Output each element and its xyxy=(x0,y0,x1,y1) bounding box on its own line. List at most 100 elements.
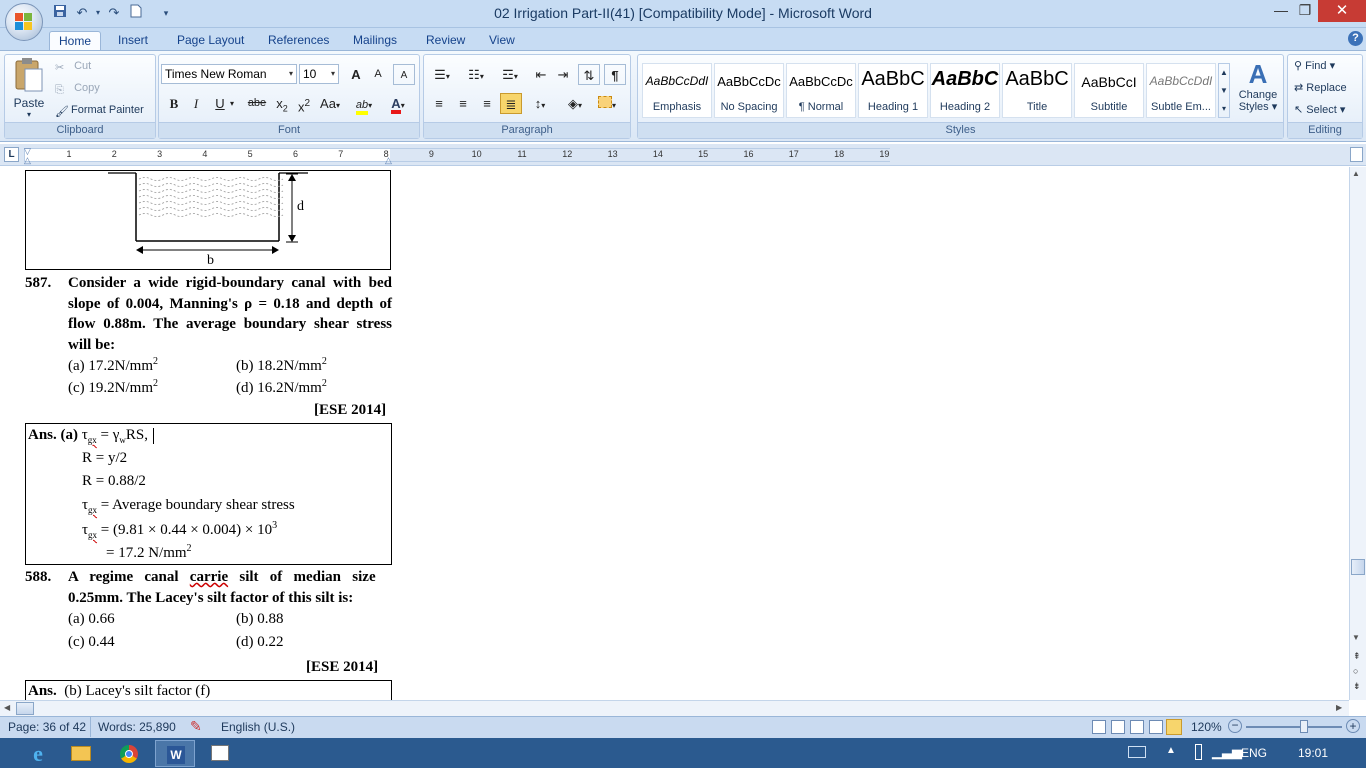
paint-icon[interactable] xyxy=(200,740,240,767)
replace-button[interactable]: ⇄ Replace xyxy=(1294,78,1347,98)
sort-button[interactable]: ⇅ xyxy=(578,64,600,85)
show-hidden-icons-icon[interactable]: ▲ xyxy=(1166,745,1176,756)
numbering-button[interactable]: ☷▾ xyxy=(462,64,490,85)
save-icon[interactable] xyxy=(52,4,68,22)
font-size-box[interactable]: 10 ▾ xyxy=(299,64,339,84)
close-button[interactable]: ✕ xyxy=(1318,0,1366,22)
style-subtle-emphasis[interactable]: AaBbCcDdI Subtle Em... xyxy=(1146,63,1216,118)
scroll-down-icon[interactable]: ▼ xyxy=(1352,633,1360,642)
chrome-icon[interactable] xyxy=(109,740,149,767)
scroll-right-icon[interactable]: ▶ xyxy=(1336,703,1342,712)
tab-mailings[interactable]: Mailings xyxy=(344,31,406,50)
highlight-button[interactable]: ab▾ xyxy=(349,93,379,115)
shading-button[interactable]: ◈▾ xyxy=(560,93,590,114)
decrease-indent-button[interactable]: ⇤ xyxy=(530,64,552,85)
undo-icon[interactable]: ↶ xyxy=(74,4,90,22)
select-button[interactable]: ↖ Select ▾ xyxy=(1294,100,1345,120)
style-emphasis[interactable]: AaBbCcDdI Emphasis xyxy=(642,63,712,118)
scroll-left-icon[interactable]: ◀ xyxy=(4,703,10,712)
italic-button[interactable]: I xyxy=(185,93,207,114)
paste-button[interactable]: Paste ▾ xyxy=(9,57,49,119)
bullets-button[interactable]: ☰▾ xyxy=(428,64,456,85)
proofing-error-icon[interactable]: ✎ xyxy=(190,718,202,735)
change-case-button[interactable]: Aa▾ xyxy=(317,93,343,114)
print-layout-icon[interactable] xyxy=(1092,720,1106,734)
internet-explorer-icon[interactable]: e xyxy=(18,740,58,767)
strikethrough-button[interactable]: abe xyxy=(243,93,271,114)
multilevel-list-button[interactable]: ☲▾ xyxy=(496,64,524,85)
scroll-up-icon[interactable]: ▲ xyxy=(1352,169,1360,178)
style-no-spacing[interactable]: AaBbCcDc No Spacing xyxy=(714,63,784,118)
style-heading-1[interactable]: AaBbC Heading 1 xyxy=(858,63,928,118)
clear-formatting-button[interactable]: A xyxy=(393,64,415,85)
superscript-button[interactable]: x2 xyxy=(293,93,315,114)
select-browse-object-icon[interactable]: ○ xyxy=(1353,666,1358,676)
page-count[interactable]: Page: 36 of 42 xyxy=(8,720,86,734)
style-title[interactable]: AaBbC Title xyxy=(1002,63,1072,118)
increase-indent-button[interactable]: ⇥ xyxy=(552,64,574,85)
style-normal[interactable]: AaBbCcDc ¶ Normal xyxy=(786,63,856,118)
tab-insert[interactable]: Insert xyxy=(109,31,157,50)
styles-scroll[interactable]: ▲ ▼ ▾ xyxy=(1218,63,1230,118)
customize-toolbar-icon[interactable]: ▾ xyxy=(158,4,174,22)
font-size-dropdown-icon[interactable]: ▾ xyxy=(331,65,335,83)
word-taskbar-icon[interactable]: W xyxy=(155,740,195,767)
zoom-level[interactable]: 120% xyxy=(1191,720,1222,734)
bold-button[interactable]: B xyxy=(163,93,185,114)
office-button[interactable] xyxy=(5,3,43,41)
tab-page-layout[interactable]: Page Layout xyxy=(168,31,253,50)
horizontal-scrollbar[interactable]: ◀ ▶ xyxy=(0,700,1349,716)
outline-view-icon[interactable] xyxy=(1149,720,1163,734)
new-document-icon[interactable] xyxy=(128,4,144,22)
battery-icon[interactable] xyxy=(1195,744,1202,760)
show-formatting-marks-button[interactable]: ¶ xyxy=(604,64,626,85)
align-right-button[interactable]: ≡ xyxy=(476,93,498,114)
tab-home[interactable]: Home xyxy=(49,31,102,50)
format-painter-button[interactable]: 🖌 Format Painter xyxy=(55,100,144,120)
grow-font-button[interactable]: A xyxy=(345,64,367,85)
chevron-up-icon[interactable]: ▲ xyxy=(1219,64,1229,82)
language-indicator[interactable]: English (U.S.) xyxy=(221,720,295,734)
help-icon[interactable]: ? xyxy=(1348,31,1363,46)
view-ruler-icon[interactable] xyxy=(1350,147,1363,162)
horizontal-ruler[interactable]: L 1 2 3 4 5 6 7 8 9 10 11 12 13 14 15 16 17 18 19 ▽ △ △ xyxy=(0,144,1366,166)
borders-button[interactable]: ▾ xyxy=(592,93,622,114)
align-center-button[interactable]: ≡ xyxy=(452,93,474,114)
web-layout-icon[interactable] xyxy=(1130,720,1144,734)
font-color-button[interactable]: A▾ xyxy=(383,93,413,114)
word-count[interactable]: Words: 25,890 xyxy=(98,720,176,734)
scroll-thumb[interactable] xyxy=(1351,559,1365,575)
keyboard-icon[interactable] xyxy=(1128,746,1146,758)
file-explorer-icon[interactable] xyxy=(61,740,101,767)
draft-view-icon[interactable] xyxy=(1166,719,1182,735)
clock[interactable]: 19:01 xyxy=(1298,746,1328,760)
tab-view[interactable]: View xyxy=(480,31,524,50)
tab-references[interactable]: References xyxy=(259,31,338,50)
tab-review[interactable]: Review xyxy=(417,31,474,50)
more-styles-icon[interactable]: ▾ xyxy=(1219,100,1229,118)
vertical-scrollbar[interactable]: ▲ ▼ ⇞ ○ ⇟ xyxy=(1349,167,1366,700)
underline-dropdown-icon[interactable]: ▾ xyxy=(227,93,237,114)
zoom-out-icon[interactable]: − xyxy=(1228,719,1242,733)
line-spacing-button[interactable]: ↕▾ xyxy=(526,93,554,114)
zoom-in-icon[interactable]: + xyxy=(1346,719,1360,733)
zoom-slider-thumb[interactable] xyxy=(1299,720,1308,733)
input-language[interactable]: ENG xyxy=(1241,746,1267,760)
style-heading-2[interactable]: AaBbC Heading 2 xyxy=(930,63,1000,118)
hanging-indent-marker[interactable]: △ xyxy=(24,155,31,166)
font-name-dropdown-icon[interactable]: ▾ xyxy=(289,65,293,83)
style-subtitle[interactable]: AaBbCcI Subtitle xyxy=(1074,63,1144,118)
change-styles-button[interactable]: A Change Styles ▾ xyxy=(1234,59,1282,121)
justify-button[interactable]: ≣ xyxy=(500,93,522,114)
find-button[interactable]: ⚲ Find ▾ xyxy=(1294,56,1335,76)
previous-page-icon[interactable]: ⇞ xyxy=(1353,651,1361,662)
shrink-font-button[interactable]: A xyxy=(367,64,389,85)
copy-button[interactable]: ⎘ Copy xyxy=(55,78,100,98)
restore-button[interactable]: ❐ xyxy=(1290,0,1320,22)
network-signal-icon[interactable]: ▁▃▅ xyxy=(1212,744,1242,760)
right-indent-marker[interactable]: △ xyxy=(385,155,392,166)
chevron-down-icon[interactable]: ▼ xyxy=(1219,82,1229,100)
cut-button[interactable]: ✂ Cut xyxy=(55,56,91,76)
zoom-slider[interactable] xyxy=(1246,726,1342,728)
document-area[interactable]: d b 587. Consider a wide rigid-boundary … xyxy=(0,167,1349,700)
